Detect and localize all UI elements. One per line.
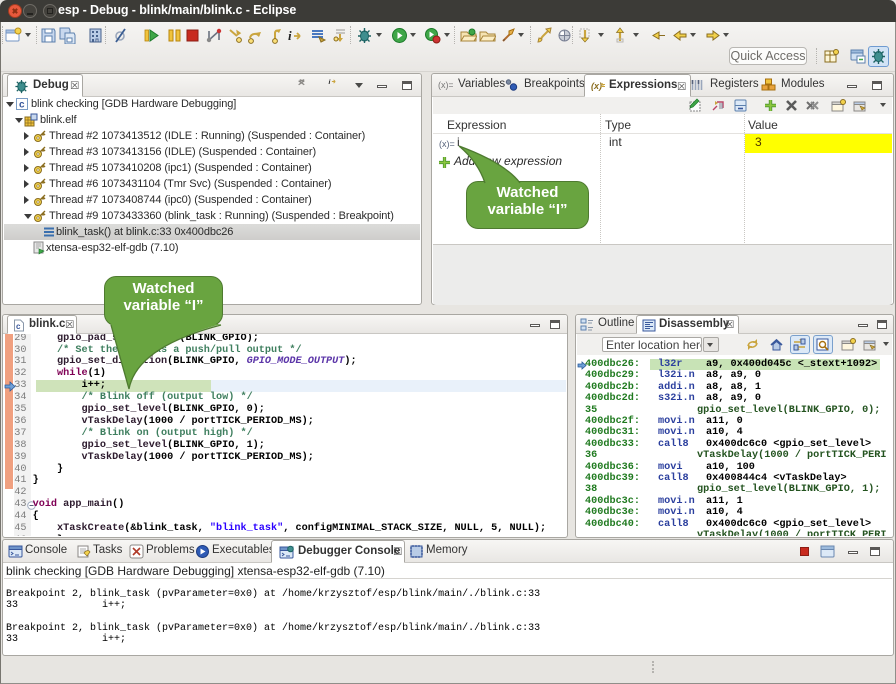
svg-text:(x)=: (x)=	[438, 80, 453, 90]
svg-text:c: c	[19, 100, 25, 111]
svg-text:(x): (x)	[591, 81, 602, 91]
svg-text:i: i	[329, 79, 331, 86]
svg-text:c: c	[16, 322, 21, 331]
svg-text:i: i	[288, 28, 292, 43]
